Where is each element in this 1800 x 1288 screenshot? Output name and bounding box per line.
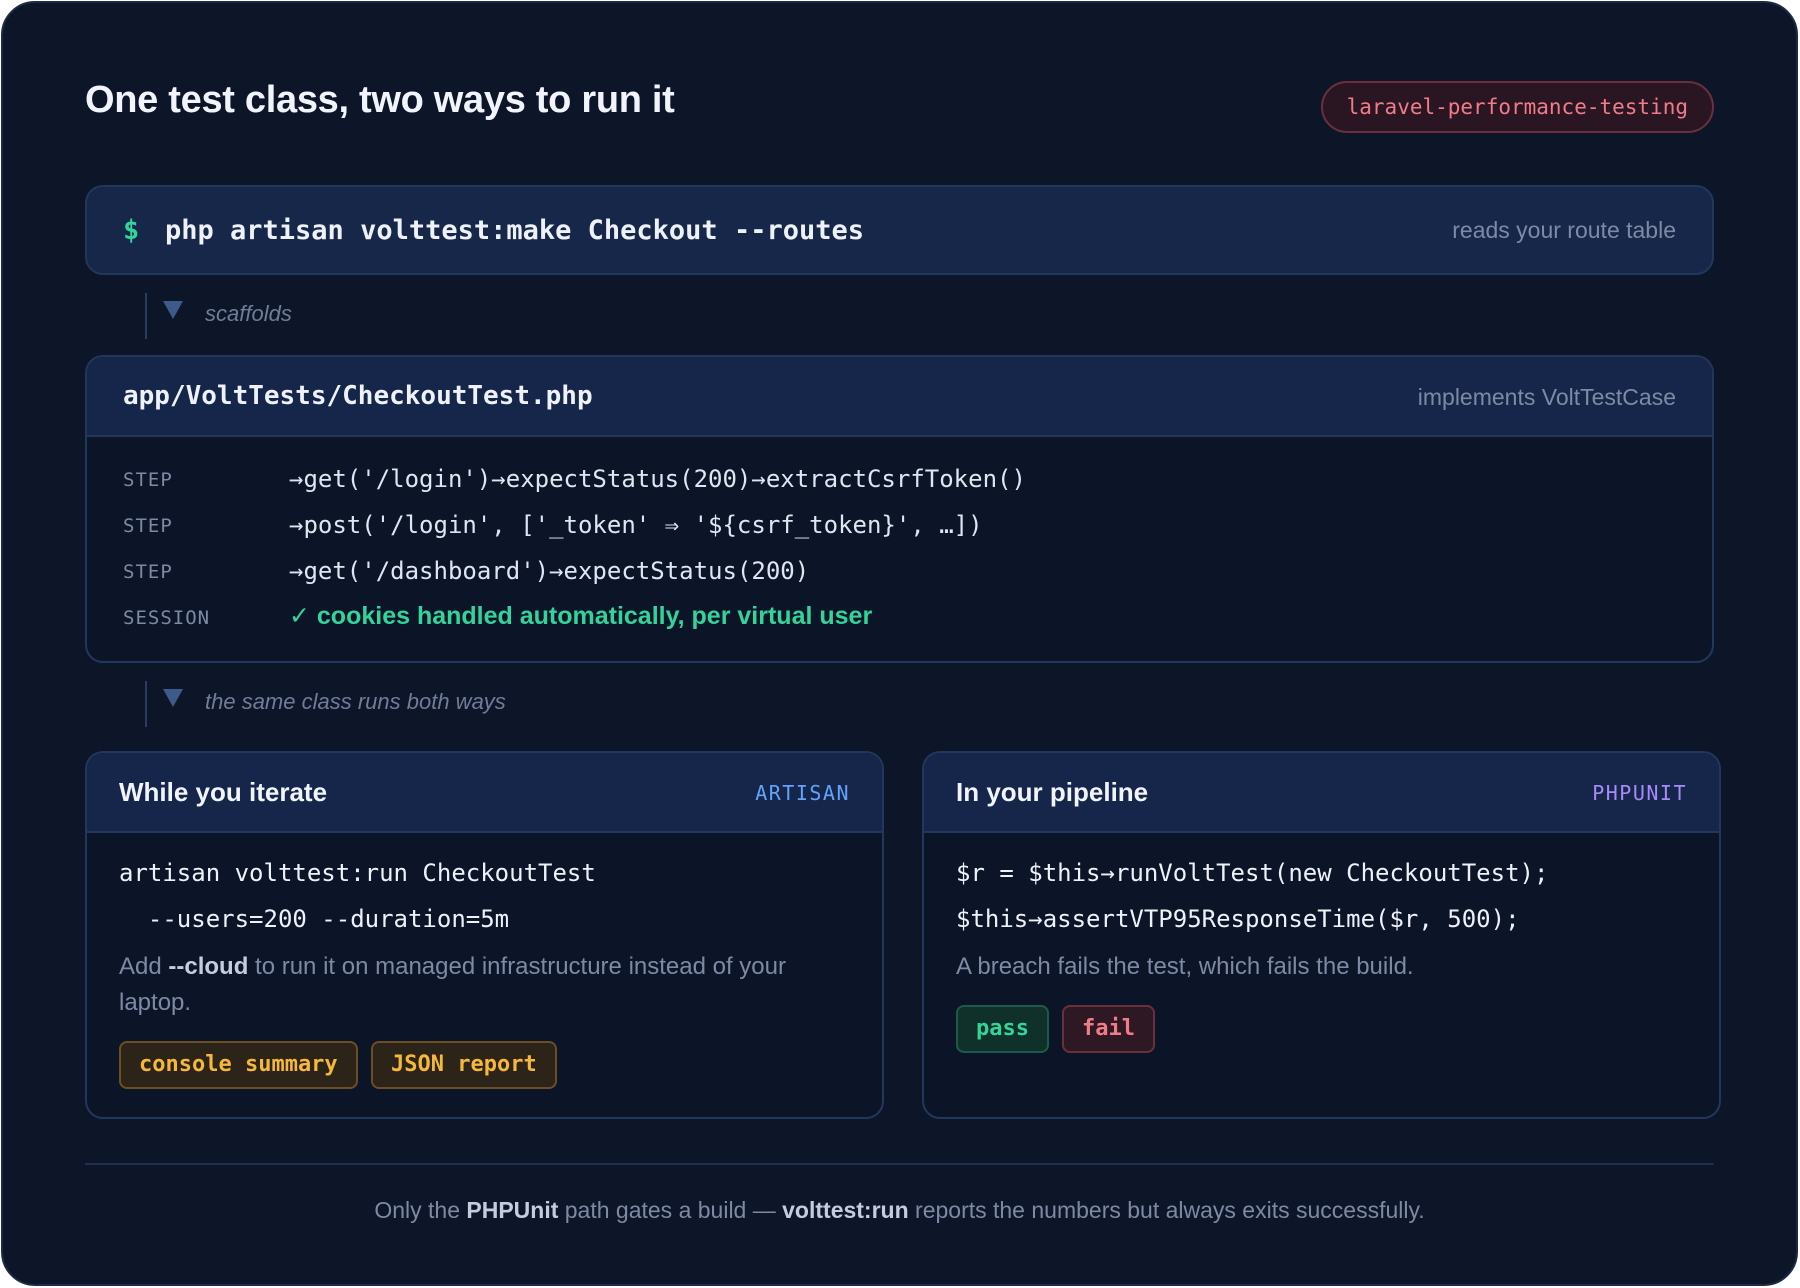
step-kind: STEP [123, 515, 173, 537]
chip-json-report: JSON report [371, 1041, 557, 1089]
command-text: php artisan volttest:make Checkout --rou… [165, 215, 864, 246]
arrow-down-icon [163, 301, 183, 319]
footer-volttest-run: volttest:run [782, 1197, 909, 1223]
repo-badge[interactable]: laravel-performance-testing [1320, 81, 1714, 133]
mode-description: Add --cloud to run it on managed infrast… [119, 949, 834, 1021]
prompt-symbol: $ [123, 215, 140, 246]
diagram-frame: One test class, two ways to run it larav… [1, 1, 1798, 1286]
mode-tag: ARTISAN [755, 781, 850, 805]
file-card: app/VoltTests/CheckoutTest.php implement… [85, 355, 1714, 663]
footer-phpunit: PHPUnit [466, 1197, 559, 1223]
mode-title: In your pipeline [956, 777, 1149, 807]
mode-title: While you iterate [119, 777, 328, 807]
command-note: reads your route table [1452, 217, 1676, 243]
connector-line [145, 681, 147, 727]
footer-text: Only the [374, 1197, 467, 1223]
step-code: →post('/login', ['_token' ⇒ '${csrf_toke… [289, 511, 983, 539]
mode-card-phpunit: In your pipeline PHPUNIT $r = $this→runV… [922, 751, 1721, 1119]
connector-line [145, 293, 147, 339]
chip-console-summary: console summary [119, 1041, 358, 1089]
code-line: --users=200 --duration=5m [119, 905, 510, 933]
connector-label: the same class runs both ways [205, 689, 506, 714]
footer-text: reports the numbers but always exits suc… [908, 1197, 1425, 1223]
mode-card-artisan: While you iterate ARTISAN artisan voltte… [85, 751, 884, 1119]
session-note: ✓ cookies handled automatically, per vir… [289, 602, 873, 630]
footer-text: path gates a build — [558, 1197, 783, 1223]
step-kind: STEP [123, 561, 173, 583]
file-note: implements VoltTestCase [1417, 384, 1676, 410]
step-kind: STEP [123, 469, 173, 491]
step-code: →get('/login')→expectStatus(200)→extract… [289, 465, 1026, 493]
page-title: One test class, two ways to run it [85, 79, 675, 121]
step-row: STEP →get('/dashboard')→expectStatus(200… [123, 553, 1676, 593]
mode-description: A breach fails the test, which fails the… [956, 953, 1414, 980]
chip-fail: fail [1062, 1005, 1155, 1053]
code-line: $r = $this→runVoltTest(new CheckoutTest)… [956, 859, 1549, 887]
step-kind: SESSION [123, 607, 211, 629]
step-code: →get('/dashboard')→expectStatus(200) [289, 557, 810, 585]
session-row: SESSION ✓ cookies handled automatically,… [123, 599, 1676, 639]
command-box: $ php artisan volttest:make Checkout --r… [85, 185, 1714, 275]
step-row: STEP →post('/login', ['_token' ⇒ '${csrf… [123, 507, 1676, 547]
file-path: app/VoltTests/CheckoutTest.php [123, 381, 593, 411]
header: One test class, two ways to run it larav… [85, 75, 1714, 135]
file-header: app/VoltTests/CheckoutTest.php implement… [87, 357, 1712, 437]
footer-note: Only the PHPUnit path gates a build — vo… [85, 1197, 1714, 1224]
step-row: STEP →get('/login')→expectStatus(200)→ex… [123, 461, 1676, 501]
mode-header: In your pipeline PHPUNIT [924, 753, 1719, 833]
arrow-down-icon [163, 689, 183, 707]
mode-tag: PHPUNIT [1592, 781, 1687, 805]
connector-label: scaffolds [205, 301, 292, 326]
code-line: artisan volttest:run CheckoutTest [119, 859, 596, 887]
desc-text: Add [119, 953, 169, 980]
cloud-flag: --cloud [168, 953, 249, 980]
mode-header: While you iterate ARTISAN [87, 753, 882, 833]
footer-divider [85, 1163, 1714, 1165]
chip-pass: pass [956, 1005, 1049, 1053]
code-line: $this→assertVTP95ResponseTime($r, 500); [956, 905, 1520, 933]
